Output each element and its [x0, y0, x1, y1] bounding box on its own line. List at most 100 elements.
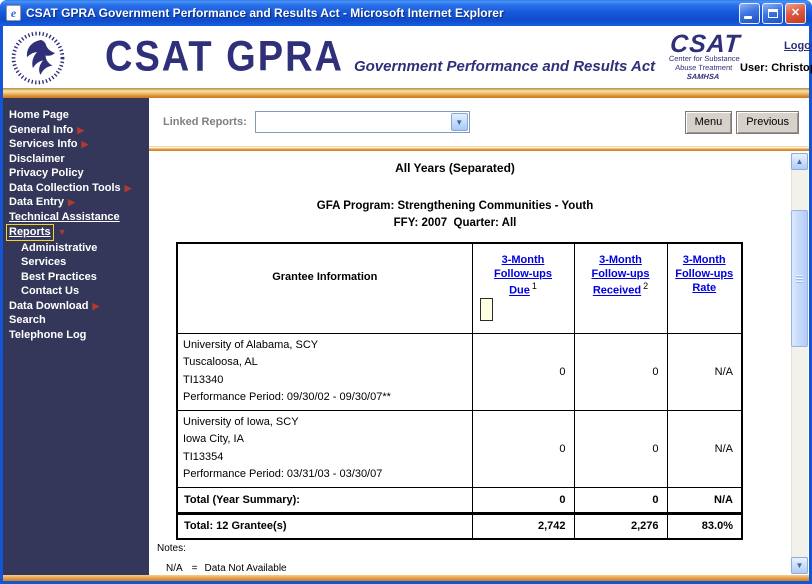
header-line: Due [509, 285, 530, 297]
grantee-id: TI13354 [183, 449, 468, 467]
total-year-due: 0 [472, 487, 574, 513]
sidebar-item-label: Services [21, 256, 66, 268]
linked-reports-select[interactable]: ▼ [255, 111, 470, 133]
report-frame: All Years (Separated) GFA Program: Stren… [149, 151, 809, 575]
sidebar-item-label: Disclaimer [9, 153, 65, 165]
table-header-row: Grantee Information 3-MonthFollow-upsDue… [177, 243, 742, 333]
tooltip-box [480, 298, 493, 321]
flyout-arrow-icon: ▶ [125, 183, 132, 193]
due-value-cell: 0 [472, 333, 574, 410]
header-line: Received [593, 285, 641, 297]
sidebar-item-home-page[interactable]: Home Page [9, 108, 149, 123]
rate-value-cell: N/A [667, 410, 742, 487]
total-grantees-row: Total: 12 Grantee(s) 2,742 2,276 83.0% [177, 513, 742, 539]
sidebar-item-disclaimer[interactable]: Disclaimer [9, 152, 149, 167]
minimize-button[interactable] [739, 3, 760, 24]
sidebar-item-contact-us[interactable]: Contact Us [9, 284, 149, 299]
rate-value-cell: N/A [667, 333, 742, 410]
grantee-city: Tuscaloosa, AL [183, 354, 468, 372]
close-button[interactable]: ✕ [785, 3, 806, 24]
sidebar-item-label: Telephone Log [9, 329, 86, 341]
sidebar-item-label: Data Download [9, 300, 88, 312]
sidebar-item-telephone-log[interactable]: Telephone Log [9, 328, 149, 343]
sidebar-item-data-entry[interactable]: Data Entry▶ [9, 195, 149, 210]
sidebar-item-label: Privacy Policy [9, 167, 84, 179]
total-grantees-rate: 83.0% [667, 513, 742, 539]
sidebar-item-services[interactable]: Services [9, 255, 149, 270]
total-year-rate: N/A [667, 487, 742, 513]
sidebar-item-label: Data Entry [9, 196, 64, 208]
sidebar-item-data-download[interactable]: Data Download ▶ [9, 299, 149, 314]
sidebar-item-label: Data Collection Tools [9, 182, 121, 194]
rate-sort-link[interactable]: 3-MonthFollow-upsRate [675, 254, 733, 294]
sidebar-item-administrative[interactable]: Administrative [9, 241, 149, 256]
report-program-line: GFA Program: Strengthening Communities -… [149, 200, 761, 212]
sidebar-item-technical-assistance[interactable]: Technical Assistance [9, 210, 149, 225]
grantee-performance-period: Performance Period: 09/30/02 - 09/30/07*… [183, 389, 468, 407]
equals-sign: = [192, 563, 198, 574]
total-year-summary-row: Total (Year Summary): 0 0 N/A [177, 487, 742, 513]
chevron-down-icon[interactable]: ▼ [451, 113, 468, 131]
grantee-info-cell: University of Alabama, SCY Tuscaloosa, A… [177, 333, 472, 410]
grantee-performance-period: Performance Period: 03/31/03 - 03/30/07 [183, 466, 468, 484]
header-line: Follow-ups [675, 268, 733, 280]
due-sort-link[interactable]: 3-Month Follow-ups Due [494, 254, 552, 297]
header-line: Follow-ups [494, 268, 552, 280]
logout-link[interactable]: Logout [784, 40, 812, 52]
scroll-down-button[interactable]: ▼ [791, 557, 808, 574]
sidebar-item-label: Home Page [9, 109, 69, 121]
hhs-logo-icon [11, 31, 65, 85]
grantee-id: TI13340 [183, 372, 468, 390]
csat-logo-line2: Abuse Treatment [668, 64, 739, 73]
sidebar-item-label: Contact Us [21, 285, 79, 297]
received-sort-link[interactable]: 3-MonthFollow-upsReceived [591, 254, 649, 297]
scroll-up-button[interactable]: ▲ [791, 153, 808, 170]
csat-logo-title: CSAT [669, 33, 741, 55]
vertical-scrollbar[interactable]: ▲ ▼ [791, 153, 808, 574]
sidebar-item-label: Services Info [9, 138, 77, 150]
footnote-marker-1: 1 [532, 281, 537, 291]
app-header: CSAT GPRA Government Performance and Res… [3, 26, 809, 88]
minimize-icon [744, 16, 752, 19]
due-column-header: 3-Month Follow-ups Due1 [472, 243, 574, 333]
internet-explorer-page-icon: e [6, 5, 21, 21]
sidebar-item-privacy-policy[interactable]: Privacy Policy [9, 166, 149, 181]
sidebar-item-label: Search [9, 314, 46, 326]
maximize-button[interactable] [762, 3, 783, 24]
sidebar-item-services-info[interactable]: Services Info▶ [9, 137, 149, 152]
sidebar-item-reports[interactable]: Reports▼ [9, 224, 149, 241]
window-title: CSAT GPRA Government Performance and Res… [26, 6, 734, 20]
sidebar-item-label: General Info [9, 124, 73, 136]
flyout-arrow-icon: ▶ [92, 301, 99, 311]
menu-button[interactable]: Menu [685, 111, 733, 134]
header-line: 3-Month [683, 254, 726, 266]
sidebar-item-label: Reports [6, 224, 54, 241]
total-grantees-received: 2,276 [574, 513, 667, 539]
scrollbar-grip-icon [796, 275, 803, 283]
sidebar-item-search[interactable]: Search [9, 313, 149, 328]
app-brand-subtitle: Government Performance and Results Act [354, 58, 655, 75]
received-column-header: 3-MonthFollow-upsReceived2 [574, 243, 667, 333]
footnote-marker-2: 2 [643, 281, 648, 291]
user-label: User: Christopher Shumway [740, 62, 812, 74]
sidebar-item-label: Administrative [21, 242, 97, 254]
sidebar-nav: Home Page General Info▶ Services Info▶ D… [3, 98, 149, 575]
grantee-info-cell: University of Iowa, SCY Iowa City, IA TI… [177, 410, 472, 487]
sidebar-item-general-info[interactable]: General Info ▶ [9, 123, 149, 138]
header-line: 3-Month [502, 254, 545, 266]
sidebar-item-data-collection-tools[interactable]: Data Collection Tools ▶ [9, 181, 149, 196]
previous-button[interactable]: Previous [736, 111, 799, 134]
scrollbar-thumb[interactable] [791, 210, 808, 347]
grantee-city: Iowa City, IA [183, 431, 468, 449]
samhsa-label: SAMHSA [667, 72, 739, 81]
flyout-arrow-icon: ▶ [77, 125, 84, 135]
grantee-name: University of Alabama, SCY [183, 337, 468, 355]
window-titlebar[interactable]: e CSAT GPRA Government Performance and R… [0, 0, 812, 26]
na-term: N/A [166, 563, 183, 574]
maximize-icon [768, 9, 778, 18]
linked-reports-toolbar: Linked Reports: ▼ Menu Previous [149, 98, 809, 146]
header-line: 3-Month [599, 254, 642, 266]
browser-window: e CSAT GPRA Government Performance and R… [0, 0, 812, 584]
sidebar-item-label: Technical Assistance [9, 211, 120, 223]
sidebar-item-best-practices[interactable]: Best Practices [9, 270, 149, 285]
